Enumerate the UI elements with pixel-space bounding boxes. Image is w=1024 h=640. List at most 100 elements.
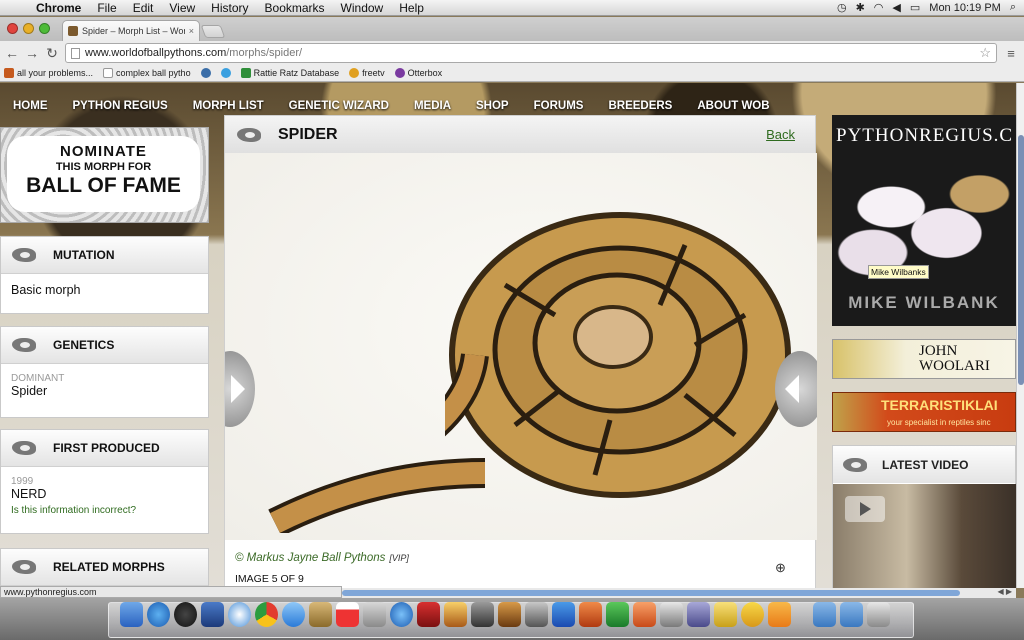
vlc-icon[interactable] (768, 602, 791, 627)
nominate-ball-of-fame-banner[interactable]: NOMINATE THIS MORPH FOR BALL OF FAME (0, 127, 209, 223)
wrench-menu-icon[interactable]: ≡ (1003, 46, 1019, 61)
scrollbar-thumb[interactable] (1018, 135, 1024, 385)
bookmark-all-your-problems[interactable]: all your problems... (4, 68, 93, 78)
preview-icon[interactable] (525, 602, 548, 627)
word-icon[interactable] (552, 602, 575, 627)
horizontal-scrollbar-thumb[interactable] (342, 590, 960, 596)
battery-icon[interactable]: ▭ (910, 1, 920, 14)
menu-history[interactable]: History (203, 0, 256, 16)
spotlight-search-icon[interactable]: ⌕ (1010, 1, 1016, 14)
trash-icon[interactable] (867, 602, 890, 627)
terraristiklabor-ad[interactable]: TERRARISTIKLAI your specialist in reptil… (832, 392, 1016, 432)
address-bar[interactable]: www.worldofballpythons.com/morphs/spider… (65, 43, 997, 63)
first-produced-value[interactable]: NERD (11, 487, 198, 501)
reload-icon[interactable]: ↻ (45, 43, 59, 63)
time-machine-icon[interactable]: ◷ (837, 1, 847, 14)
menu-edit[interactable]: Edit (125, 0, 162, 16)
first-produced-year: 1999 (11, 476, 34, 487)
mission-control-icon[interactable] (201, 602, 224, 627)
tab-close-icon[interactable]: × (189, 26, 194, 36)
menu-file[interactable]: File (89, 0, 124, 16)
wifi-icon[interactable]: ◠ (874, 1, 884, 14)
photo-booth-icon[interactable] (363, 602, 386, 627)
ball-python-logo-icon (237, 126, 264, 144)
nav-forums[interactable]: FORUMS (534, 97, 584, 115)
documents-folder-icon[interactable] (840, 602, 863, 627)
john-woolard-ad[interactable]: JOHN WOOLARI (832, 339, 1016, 379)
zoom-window-icon[interactable] (39, 23, 50, 34)
calendar-icon[interactable] (336, 602, 359, 627)
bookmark-freetv[interactable]: freetv (349, 68, 385, 78)
bluetooth-icon[interactable]: ✱ (856, 1, 865, 14)
back-arrow-icon[interactable]: ← (5, 43, 19, 63)
zoom-in-icon[interactable]: ⊕ (775, 560, 786, 576)
nav-home[interactable]: HOME (13, 97, 48, 115)
play-icon[interactable] (845, 496, 885, 522)
paw-app-icon[interactable] (714, 602, 737, 627)
menu-window[interactable]: Window (333, 0, 392, 16)
address-book-icon[interactable] (309, 602, 332, 627)
safari-icon[interactable] (228, 602, 251, 627)
genetics-value[interactable]: Spider (11, 384, 198, 398)
nav-shop[interactable]: SHOP (476, 97, 509, 115)
script-editor-icon[interactable] (687, 602, 710, 627)
bookmark-otterbox[interactable]: Otterbox (394, 68, 442, 78)
nav-media[interactable]: MEDIA (414, 97, 451, 115)
menu-view[interactable]: View (161, 0, 203, 16)
applications-folder-icon[interactable] (813, 602, 836, 627)
chrome-icon[interactable] (255, 602, 278, 627)
john-line2: WOOLARI (919, 358, 990, 374)
forward-arrow-icon[interactable]: → (25, 43, 39, 63)
facetime-icon[interactable] (282, 602, 305, 627)
menu-app-name[interactable]: Chrome (28, 0, 89, 16)
nav-morph-list[interactable]: MORPH LIST (193, 97, 264, 115)
close-window-icon[interactable] (7, 23, 18, 34)
bookmark-icon-one[interactable] (200, 68, 211, 78)
nav-genetic-wizard[interactable]: GENETIC WIZARD (289, 97, 389, 115)
iphoto-icon[interactable] (444, 602, 467, 627)
minimize-window-icon[interactable] (23, 23, 34, 34)
itunes-icon[interactable] (390, 602, 413, 627)
new-tab-button[interactable] (200, 25, 226, 38)
app-store-icon[interactable] (147, 602, 170, 627)
horizontal-scrollbar[interactable]: ◀ ▶ (342, 587, 1016, 598)
morph-photo[interactable] (225, 153, 817, 540)
address-url[interactable]: www.worldofballpythons.com/morphs/spider… (85, 47, 974, 59)
bookmark-rattie-ratz[interactable]: Rattie Ratz Database (240, 68, 339, 78)
genetics-body: DOMINANT Spider (1, 364, 208, 407)
menu-bookmarks[interactable]: Bookmarks (257, 0, 333, 16)
pythonregius-ad[interactable]: PYTHONREGIUS.C Mike Wilbanks MIKE WILBAN… (832, 115, 1016, 326)
nav-python-regius[interactable]: PYTHON REGIUS (73, 97, 168, 115)
vertical-scrollbar[interactable] (1016, 83, 1024, 588)
status-menus: ◷ ✱ ◠ ◀ ▭ Mon 10:19 PM ⌕ (837, 1, 1024, 14)
nav-breeders[interactable]: BREEDERS (608, 97, 672, 115)
photo-credit-link[interactable]: © Markus Jayne Ball Pythons (235, 552, 385, 564)
outlook-icon[interactable] (633, 602, 656, 627)
garageband-icon[interactable] (498, 602, 521, 627)
back-link[interactable]: Back (766, 127, 795, 142)
bookmark-complex-ball-python[interactable]: complex ball pytho (103, 68, 191, 78)
video-thumbnail[interactable] (833, 484, 1016, 588)
mutation-title: MUTATION (53, 248, 115, 262)
excel-icon[interactable] (606, 602, 629, 627)
dashboard-icon[interactable] (174, 602, 197, 627)
next-image-button[interactable] (775, 351, 817, 427)
imovie-icon[interactable] (471, 602, 494, 627)
volume-icon[interactable]: ◀ (892, 1, 900, 14)
report-incorrect-info-link[interactable]: Is this information incorrect? (11, 505, 198, 516)
previous-image-button[interactable] (225, 351, 255, 427)
bookmark-twitter[interactable] (220, 68, 231, 78)
powerpoint-icon[interactable] (579, 602, 602, 627)
menu-clock[interactable]: Mon 10:19 PM (929, 2, 1001, 14)
scroll-arrows-icon[interactable]: ◀ ▶ (997, 587, 1012, 596)
office-icon[interactable] (741, 602, 764, 627)
genetics-title: GENETICS (53, 338, 115, 352)
dvd-player-icon[interactable] (417, 602, 440, 627)
tab-spider-morph[interactable]: Spider – Morph List – Worl × (62, 20, 200, 41)
bookmark-label: complex ball pytho (116, 68, 191, 78)
menu-help[interactable]: Help (391, 0, 432, 16)
nav-about-wob[interactable]: ABOUT WOB (697, 97, 769, 115)
finder-icon[interactable] (120, 602, 143, 627)
chart-app-icon[interactable] (660, 602, 683, 627)
bookmark-star-icon[interactable]: ☆ (979, 45, 991, 61)
